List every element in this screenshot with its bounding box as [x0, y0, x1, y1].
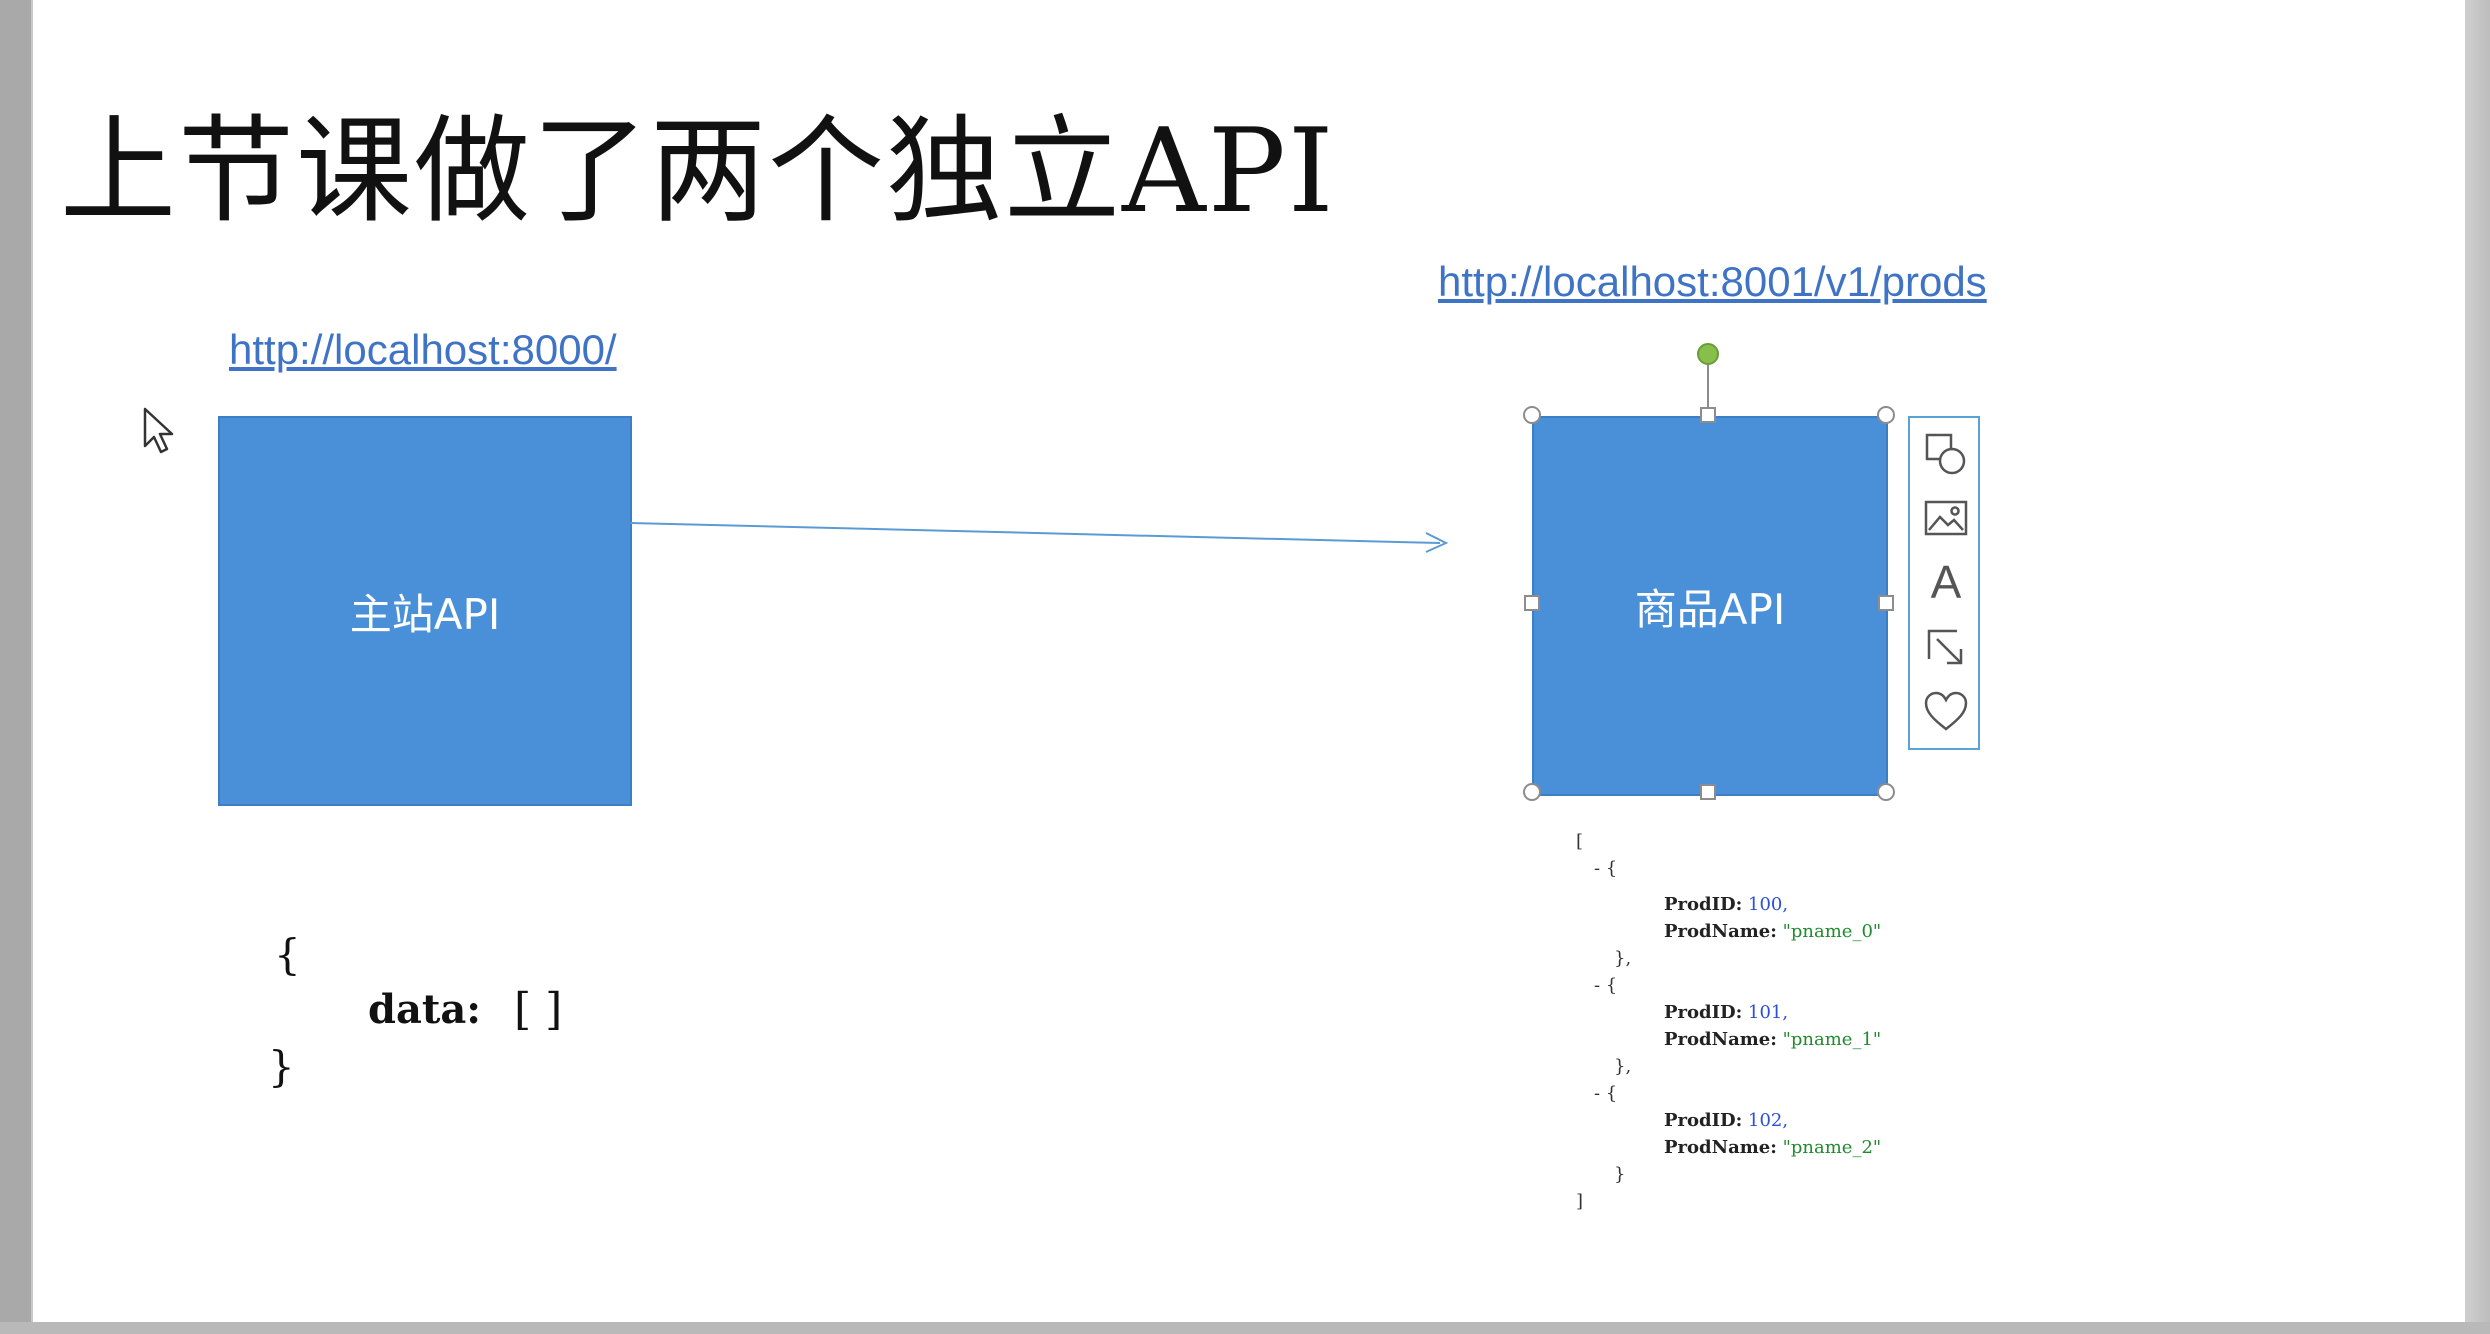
- products-api-label: 商品API: [1634, 584, 1786, 634]
- products-api-box[interactable]: 商品API: [1532, 416, 1888, 796]
- json-array-close: ]: [1576, 1191, 1584, 1212]
- json-item-id: ProdID: 101,: [1664, 1002, 1789, 1023]
- rotate-connector-line: [1707, 364, 1709, 414]
- text-icon[interactable]: A: [1920, 556, 1972, 608]
- shapes-icon[interactable]: [1920, 428, 1972, 480]
- json-item-close: },: [1614, 948, 1632, 969]
- resize-handle-bottom-right[interactable]: [1877, 783, 1895, 801]
- json-item-open: - {: [1594, 1083, 1618, 1104]
- json-item-close: }: [1614, 1164, 1626, 1185]
- resize-handle-bottom[interactable]: [1700, 784, 1716, 800]
- json-item-name: ProdName: "pname_0": [1664, 921, 1882, 942]
- json-item-name: ProdName: "pname_2": [1664, 1137, 1882, 1158]
- json-item-close: },: [1614, 1056, 1632, 1077]
- resize-handle-top[interactable]: [1700, 407, 1716, 423]
- json-data-key: data:: [368, 986, 482, 1033]
- resize-handle-right[interactable]: [1878, 595, 1894, 611]
- resize-handle-top-right[interactable]: [1877, 406, 1895, 424]
- mouse-pointer-icon: [143, 407, 174, 454]
- json-item-name: ProdName: "pname_1": [1664, 1029, 1882, 1050]
- heart-icon[interactable]: [1920, 686, 1972, 738]
- json-close-brace: }: [268, 1042, 295, 1091]
- shape-quick-toolbar: A: [1908, 416, 1980, 750]
- json-data-value: [ ]: [514, 984, 563, 1035]
- resize-handle-left[interactable]: [1524, 595, 1540, 611]
- resize-handle-bottom-left[interactable]: [1523, 783, 1541, 801]
- image-icon[interactable]: [1920, 492, 1972, 544]
- json-item-open: - {: [1594, 975, 1618, 996]
- json-array-open: [: [1576, 831, 1584, 852]
- rotate-handle[interactable]: [1697, 343, 1719, 365]
- json-item-open: - {: [1594, 858, 1618, 879]
- resize-handle-top-left[interactable]: [1523, 406, 1541, 424]
- json-item-id: ProdID: 100,: [1664, 894, 1789, 915]
- json-open-brace: {: [274, 930, 301, 979]
- json-item-id: ProdID: 102,: [1664, 1110, 1789, 1131]
- link-arrow-icon[interactable]: [1920, 622, 1972, 674]
